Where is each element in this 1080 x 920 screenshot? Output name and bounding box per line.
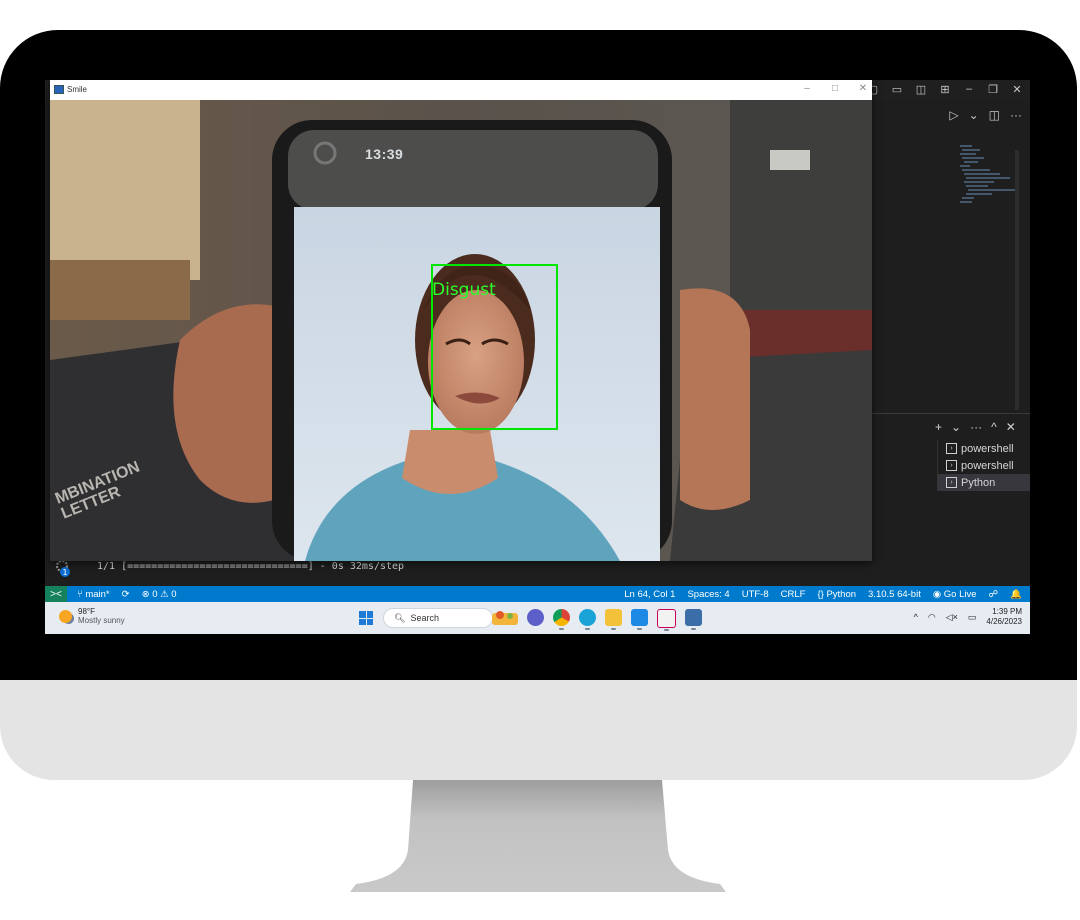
screen: ▢ ▭ ◫ ⊞ – ❐ ✕ ▷ ⌄ ◫ ··· + ⌄ ··· ^ ✕ › po… <box>45 80 1030 634</box>
file-explorer-icon[interactable] <box>605 609 622 630</box>
vscode-statusbar: >< ⑂ main* ⟳ ⊗ 0 ⚠ 0 Ln 64, Col 1 Spaces… <box>45 586 1030 602</box>
run-menu-chevron-icon[interactable]: ⌄ <box>969 108 979 122</box>
editor-scrollbar[interactable] <box>1015 150 1019 410</box>
smile-titlebar[interactable]: Smile – □ ✕ <box>50 80 872 100</box>
terminal-icon: › <box>946 477 957 488</box>
cursor-position[interactable]: Ln 64, Col 1 <box>624 589 675 600</box>
terminal-item-python[interactable]: › Python <box>938 474 1030 491</box>
app-icon <box>54 85 64 94</box>
phone-status-time: 13:39 <box>365 146 404 162</box>
window-controls: – □ ✕ <box>802 83 868 94</box>
terminal-label: Python <box>961 476 996 489</box>
feedback-icon[interactable]: ☍ <box>989 589 999 600</box>
terminal-item-powershell-1[interactable]: › powershell <box>938 440 1030 457</box>
language-mode[interactable]: {} Python <box>817 589 856 600</box>
python-app-icon[interactable] <box>685 609 702 630</box>
system-tray: ^ ◠ ◁× ▭ 1:39 PM 4/26/2023 <box>914 607 1022 627</box>
indentation[interactable]: Spaces: 4 <box>687 589 729 600</box>
tray-chevron-icon[interactable]: ^ <box>914 612 918 622</box>
panel-divider[interactable] <box>871 413 1030 414</box>
webcam-frame: 13:39 MBINATION LETTER Disgust <box>50 100 872 561</box>
weather-widget[interactable]: 98°F Mostly sunny <box>59 607 125 625</box>
split-editor-icon[interactable]: ◫ <box>989 108 1000 122</box>
broadcast-icon: ◉ <box>932 588 944 600</box>
maximize-panel-icon[interactable]: ^ <box>991 420 997 434</box>
end-of-line[interactable]: CRLF <box>781 589 806 600</box>
vscode-title-icons: ▢ ▭ ◫ ⊞ – ❐ ✕ <box>866 83 1024 96</box>
search-icon: 🔍︎ <box>394 612 406 623</box>
taskbar-search[interactable]: 🔍︎ Search <box>383 608 493 628</box>
more-actions-icon[interactable]: ··· <box>1010 108 1022 122</box>
weather-temp: 98°F <box>78 607 95 616</box>
remote-indicator[interactable]: >< <box>45 586 67 602</box>
maximize-button[interactable]: □ <box>830 83 840 94</box>
teams-chat-icon[interactable] <box>527 609 544 626</box>
run-icon[interactable]: ▷ <box>949 108 958 122</box>
terminal-menu-chevron-icon[interactable]: ⌄ <box>951 420 961 434</box>
sync-icon[interactable]: ⟳ <box>122 589 130 600</box>
edge-icon[interactable] <box>579 609 596 630</box>
monitor-chin <box>0 680 1077 780</box>
restore-icon[interactable]: ❐ <box>986 83 1000 96</box>
search-highlight-icon[interactable] <box>490 609 520 627</box>
clock[interactable]: 1:39 PM 4/26/2023 <box>986 607 1022 627</box>
accounts-gear-icon[interactable]: 1 <box>53 558 73 578</box>
terminal-icon: › <box>946 460 957 471</box>
encoding[interactable]: UTF-8 <box>742 589 769 600</box>
new-terminal-icon[interactable]: + <box>935 420 942 434</box>
windows-taskbar: 98°F Mostly sunny 🔍︎ Search ^ ◠ ◁× ▭ 1:3… <box>45 602 1030 634</box>
smile-title: Smile <box>54 85 87 94</box>
accounts-badge: 1 <box>62 568 67 577</box>
clock-date: 4/26/2023 <box>986 617 1022 626</box>
weather-condition: Mostly sunny <box>78 616 125 625</box>
go-live-label: Go Live <box>943 588 977 600</box>
terminal-label: powershell <box>961 442 1014 455</box>
chrome-icon[interactable] <box>553 609 570 630</box>
minimize-button[interactable]: – <box>802 83 812 94</box>
minimap[interactable] <box>950 140 1020 220</box>
customize-layout-icon[interactable]: ⊞ <box>938 83 952 96</box>
pinned-apps <box>527 609 702 631</box>
problems-indicator[interactable]: ⊗ 0 ⚠ 0 <box>142 589 177 600</box>
snipping-tool-icon[interactable] <box>657 609 676 631</box>
vscode-icon[interactable] <box>631 609 648 630</box>
window-title: Smile <box>67 85 88 94</box>
volume-muted-icon[interactable]: ◁× <box>946 612 958 623</box>
terminal-icon: › <box>946 443 957 454</box>
close-button[interactable]: ✕ <box>858 83 868 94</box>
editor-toolbar: ▷ ⌄ ◫ ··· <box>949 108 1022 122</box>
branch-name: main* <box>85 588 110 600</box>
smile-window: Smile – □ ✕ 13:39 MBINATION LETTER Disgu… <box>50 80 872 561</box>
monitor-stand <box>350 780 726 892</box>
go-live-button[interactable]: ◉ Go Live <box>933 589 977 600</box>
search-label: Search <box>410 613 439 623</box>
battery-icon[interactable]: ▭ <box>968 612 977 623</box>
panel-actions: + ⌄ ··· ^ ✕ <box>935 420 1016 434</box>
close-icon[interactable]: ✕ <box>1010 83 1024 96</box>
secondary-sidebar-icon[interactable]: ◫ <box>914 83 928 96</box>
panel-more-icon[interactable]: ··· <box>970 420 982 434</box>
start-button[interactable] <box>359 611 373 625</box>
branch-indicator[interactable]: ⑂ main* <box>77 589 110 600</box>
panel-toggle-icon[interactable]: ▭ <box>890 83 904 96</box>
notifications-bell-icon[interactable]: 🔔 <box>1010 589 1022 600</box>
minimize-icon[interactable]: – <box>962 83 976 96</box>
terminal-output: 1/1 [==============================] - 0… <box>97 561 405 572</box>
wifi-icon[interactable]: ◠ <box>928 612 936 623</box>
clock-time: 1:39 PM <box>992 607 1022 616</box>
emotion-label: Disgust <box>432 280 496 300</box>
close-panel-icon[interactable]: ✕ <box>1006 420 1016 434</box>
sunny-icon <box>59 609 72 623</box>
terminal-item-powershell-2[interactable]: › powershell <box>938 457 1030 474</box>
terminal-list: › powershell › powershell › Python <box>937 440 1030 491</box>
terminal-label: powershell <box>961 459 1014 472</box>
python-interpreter[interactable]: 3.10.5 64-bit <box>868 589 921 600</box>
